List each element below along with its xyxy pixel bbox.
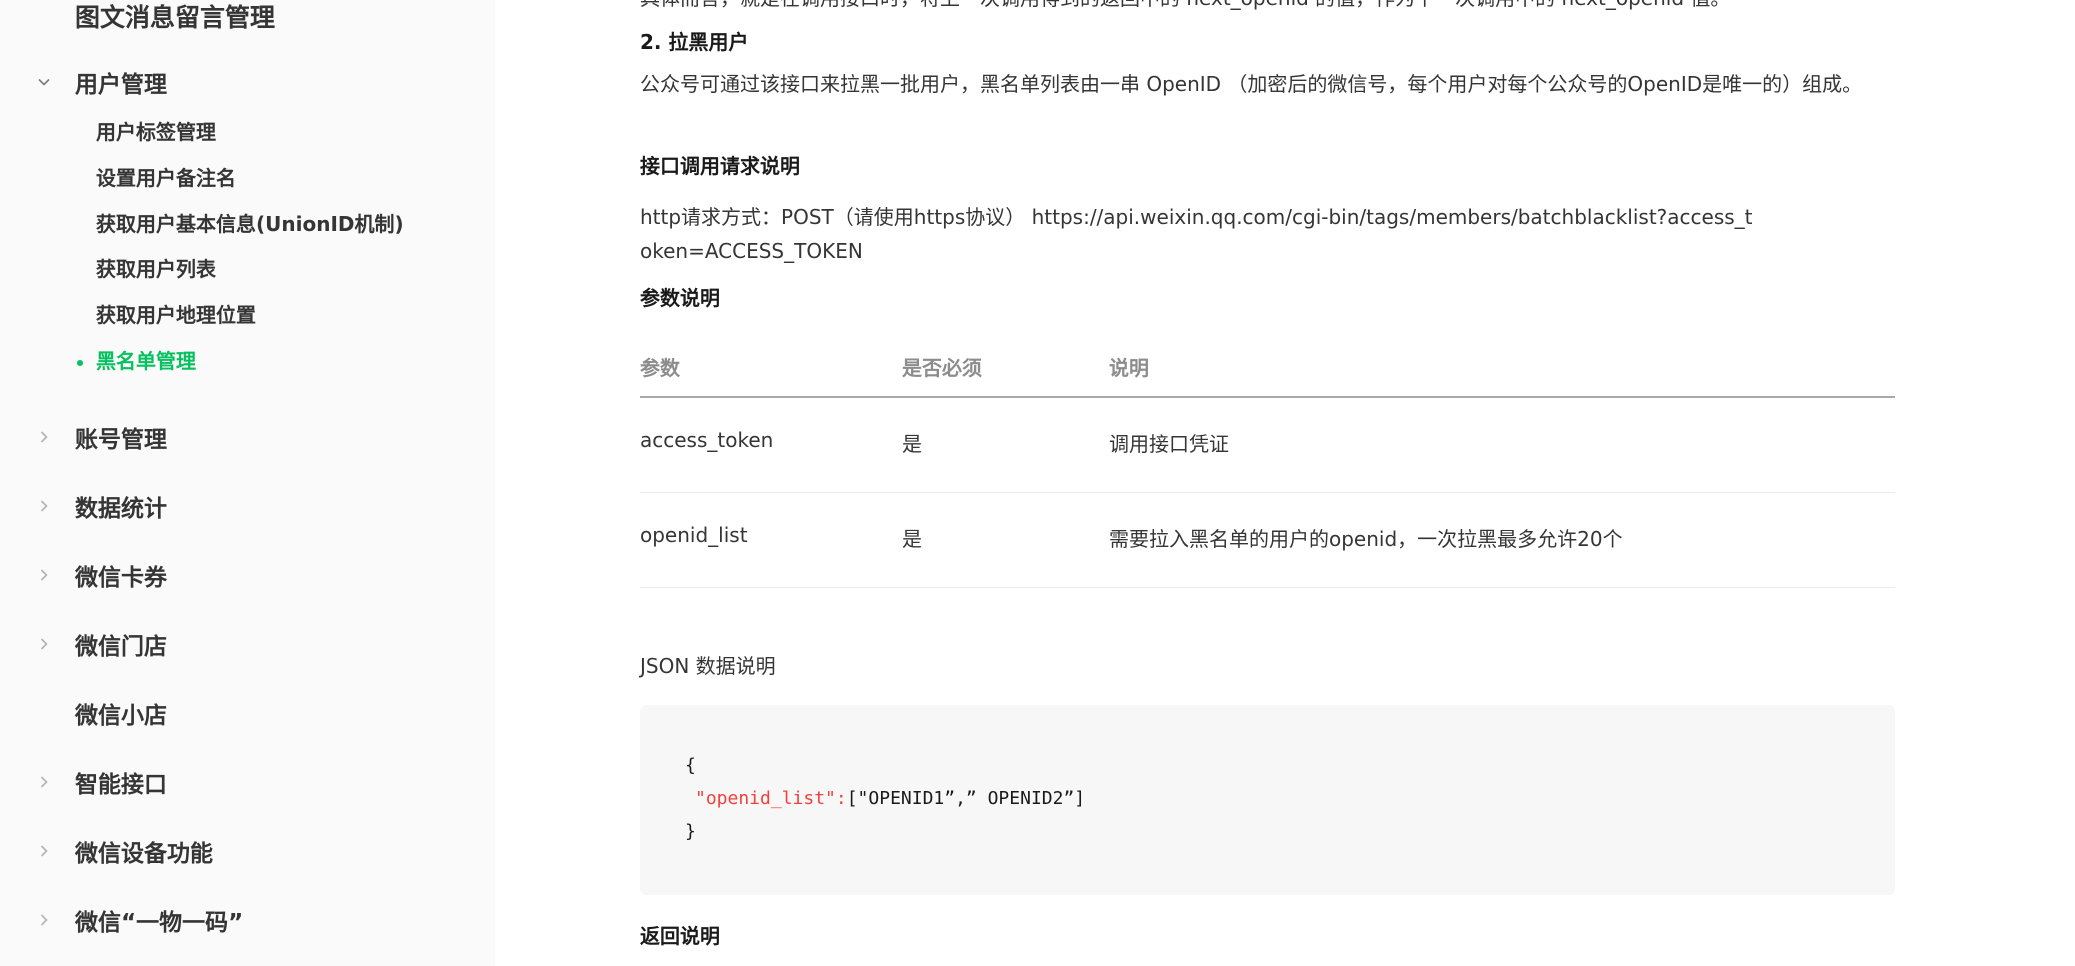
- sidebar-group-label: 数据统计: [75, 496, 167, 522]
- sidebar-item-user-location[interactable]: 获取用户地理位置: [96, 300, 256, 330]
- return-title: 返回说明: [640, 924, 720, 948]
- chevron-right-icon: [37, 913, 51, 927]
- code-key: "openid_list":: [695, 788, 847, 809]
- intro-paragraph: 公众号可通过该接口来拉黑一批用户，黑名单列表由一串 OpenID （加密后的微信…: [640, 72, 1863, 96]
- sidebar-item-user-tags[interactable]: 用户标签管理: [96, 117, 216, 147]
- sidebar-group-account[interactable]: 账号管理: [0, 417, 495, 457]
- sidebar-group-devices[interactable]: 微信设备功能: [0, 831, 495, 871]
- table-header: 参数 是否必须 说明: [640, 340, 1895, 398]
- sidebar: 图文消息留言管理 用户管理 用户标签管理 设置用户备注名 获取用户基本信息(Un…: [0, 0, 495, 966]
- previous-paragraph: 具体而言，就是在调用接口时，将上一次调用得到的返回中的 next_openid …: [640, 0, 1730, 11]
- sidebar-group-label: 用户管理: [75, 72, 167, 98]
- code-value: ["OPENID1”,” OPENID2”]: [846, 788, 1086, 809]
- table-header-cell: 说明: [1109, 356, 1149, 380]
- sidebar-group-statistics[interactable]: 数据统计: [0, 486, 495, 526]
- table-cell: 需要拉入黑名单的用户的openid，一次拉黑最多允许20个: [1109, 527, 1623, 551]
- params-title: 参数说明: [640, 286, 720, 310]
- chevron-right-icon: [37, 775, 51, 789]
- sidebar-group-stores[interactable]: 微信门店: [0, 624, 495, 664]
- chevron-right-icon: [37, 430, 51, 444]
- sidebar-group-label: 微信小店: [75, 703, 167, 729]
- params-table: 参数 是否必须 说明 access_token 是 调用接口凭证 openid_…: [640, 340, 1895, 588]
- chevron-right-icon: [37, 499, 51, 513]
- table-header-cell: 是否必须: [902, 356, 982, 380]
- sidebar-group-label: 微信门店: [75, 634, 167, 660]
- active-bullet-icon: [77, 360, 83, 366]
- sidebar-group-smart-api[interactable]: 智能接口: [0, 762, 495, 802]
- code-line: {: [685, 755, 696, 776]
- code-line: "openid_list":["OPENID1”,” OPENID2”]: [695, 788, 1085, 809]
- table-header-cell: 参数: [640, 356, 680, 380]
- sidebar-group-shop[interactable]: 微信小店: [0, 693, 495, 733]
- json-title: JSON 数据说明: [640, 654, 776, 678]
- chevron-right-icon: [37, 637, 51, 651]
- table-cell: 是: [902, 432, 922, 456]
- table-cell: 是: [902, 527, 922, 551]
- sidebar-item-user-list[interactable]: 获取用户列表: [96, 254, 216, 284]
- sidebar-group-label: 微信设备功能: [75, 841, 213, 867]
- chevron-right-icon: [37, 568, 51, 582]
- request-url-text: http请求方式：POST（请使用https协议） https://api.we…: [640, 205, 1753, 263]
- request-title: 接口调用请求说明: [640, 154, 800, 178]
- sidebar-group-label: 微信“一物一码”: [75, 910, 244, 936]
- chevron-down-icon: [37, 75, 51, 89]
- doc-content: 具体而言，就是在调用接口时，将上一次调用得到的返回中的 next_openid …: [640, 0, 1900, 966]
- sidebar-item-user-remark[interactable]: 设置用户备注名: [96, 163, 236, 193]
- chevron-right-icon: [37, 844, 51, 858]
- sidebar-group-user-management[interactable]: 用户管理: [0, 62, 495, 102]
- doc-page: 图文消息留言管理 用户管理 用户标签管理 设置用户备注名 获取用户基本信息(Un…: [0, 0, 2075, 966]
- table-cell: openid_list: [640, 523, 748, 547]
- sidebar-group-label: 微信卡券: [75, 565, 167, 591]
- table-cell: 调用接口凭证: [1109, 432, 1229, 456]
- sidebar-group-cards[interactable]: 微信卡券: [0, 555, 495, 595]
- section-title: 2. 拉黑用户: [640, 30, 749, 54]
- sidebar-item-blacklist[interactable]: 黑名单管理: [96, 346, 196, 376]
- sidebar-group-label: 智能接口: [75, 772, 167, 798]
- sidebar-group-one-code[interactable]: 微信“一物一码”: [0, 900, 495, 940]
- sidebar-item-user-info[interactable]: 获取用户基本信息(UnionID机制): [96, 209, 404, 239]
- code-block: { "openid_list":["OPENID1”,” OPENID2”] }: [640, 705, 1895, 895]
- table-cell: access_token: [640, 428, 774, 452]
- table-row: openid_list 是 需要拉入黑名单的用户的openid，一次拉黑最多允许…: [640, 493, 1895, 588]
- code-line: }: [685, 821, 696, 842]
- sidebar-item-comment-management[interactable]: 图文消息留言管理: [75, 0, 275, 34]
- table-row: access_token 是 调用接口凭证: [640, 398, 1895, 493]
- sidebar-group-label: 账号管理: [75, 427, 167, 453]
